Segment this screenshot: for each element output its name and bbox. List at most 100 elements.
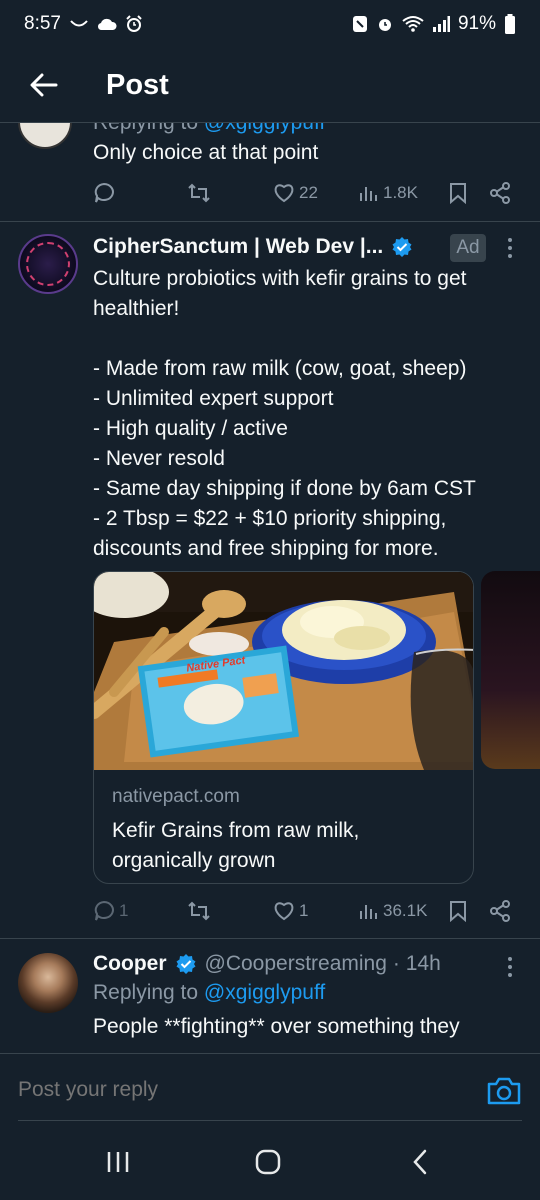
bookmark-button[interactable] (449, 900, 467, 922)
author-handle[interactable]: @Cooperstreaming (205, 952, 387, 976)
reply-composer (0, 1053, 540, 1123)
camera-icon[interactable] (486, 1076, 522, 1106)
text-line-blank (93, 324, 523, 354)
replying-label: Replying to (93, 981, 204, 1004)
text-line: healthier! (93, 297, 180, 320)
input-underline (18, 1120, 522, 1121)
like-button[interactable]: 1 (273, 901, 308, 921)
wifi-icon (402, 16, 424, 32)
replying-to: Replying to @xgigglypuff (93, 123, 325, 135)
avatar[interactable] (18, 123, 72, 149)
battery-percent: 91% (457, 13, 496, 34)
post-text: Culture probiotics with kefir grains to … (93, 264, 523, 564)
author-row: CipherSanctum | Web Dev |... (93, 232, 413, 262)
view-count: 36.1K (383, 901, 428, 920)
card-title: Kefir Grains from raw milk, organically … (112, 819, 360, 872)
alarm-status-icon (378, 19, 391, 31)
card-domain: nativepact.com (112, 786, 240, 807)
bookmark-icon (450, 183, 466, 204)
ad-post[interactable]: CipherSanctum | Web Dev |... Ad Culture … (0, 222, 540, 938)
share-icon (490, 900, 510, 922)
view-count: 1.8K (383, 183, 418, 202)
system-back-button[interactable] (400, 1146, 440, 1178)
link-card[interactable]: Native Pact nativepact.com Kefir Grains … (93, 571, 474, 884)
reply-button[interactable] (93, 182, 115, 204)
text-line: discounts and free shipping for more. (93, 537, 439, 560)
like-count: 1 (299, 901, 309, 920)
status-bar: 8:57 91% (0, 0, 540, 48)
missed-call-icon (70, 20, 88, 27)
post-text: People **fighting** over something they (93, 1015, 460, 1038)
repost-icon (188, 901, 210, 921)
author-name[interactable]: CipherSanctum | Web Dev |... (93, 235, 383, 259)
card-image[interactable]: Native Pact (94, 572, 473, 770)
reply-post[interactable]: Replying to @xgigglypuff Only choice at … (0, 123, 540, 221)
avatar-ring (26, 242, 70, 286)
reply-button[interactable]: 1 (93, 900, 128, 922)
system-nav-bar (0, 1124, 540, 1200)
signal-icon (432, 16, 450, 32)
kefir-photo: Native Pact (94, 572, 473, 770)
app-header: Post (0, 48, 540, 122)
text-line: - High quality / active (93, 417, 288, 440)
text-line: Culture probiotics with kefir grains to … (93, 267, 467, 290)
reply-handle-link[interactable]: @xgigglypuff (204, 123, 325, 134)
views-button[interactable]: 1.8K (359, 183, 418, 203)
avatar[interactable] (18, 953, 78, 1013)
ad-badge: Ad (450, 234, 486, 262)
bookmark-icon (450, 901, 466, 922)
views-button[interactable]: 36.1K (359, 901, 427, 921)
repost-icon (188, 183, 210, 203)
reply-handle-link[interactable]: @xgigglypuff (204, 981, 325, 1004)
back-button[interactable] (24, 65, 64, 105)
home-icon (255, 1149, 281, 1175)
post-text: Only choice at that point (93, 141, 319, 164)
text-line: - 2 Tbsp = $22 + $10 priority shipping, (93, 507, 447, 530)
text-line: - Unlimited expert support (93, 387, 334, 410)
page-title: Post (106, 68, 169, 101)
back-arrow-icon (30, 73, 58, 97)
reply-icon (94, 182, 114, 203)
author-row: Cooper @Cooperstreaming · 14h (93, 949, 441, 979)
text-line: - Same day shipping if done by 6am CST (93, 477, 476, 500)
like-count: 22 (299, 183, 318, 202)
battery-icon (505, 14, 515, 34)
alarm-icon (126, 15, 142, 32)
share-button[interactable] (489, 182, 511, 204)
carousel-next-card[interactable] (481, 571, 540, 769)
text-line: - Made from raw milk (cow, goat, sheep) (93, 357, 467, 380)
cloud-icon (97, 18, 117, 31)
recent-apps-icon (107, 1152, 129, 1172)
text-line: - Never resold (93, 447, 225, 470)
replying-label: Replying to (93, 123, 204, 134)
views-icon (360, 187, 377, 201)
bookmark-button[interactable] (449, 182, 467, 204)
post-time: · 14h (392, 952, 441, 975)
heart-icon (274, 902, 294, 921)
reply-icon (94, 900, 114, 921)
reply-count: 1 (119, 901, 129, 920)
nfc-icon (352, 16, 367, 32)
more-options-icon[interactable] (502, 236, 518, 260)
post-actions: 1 1 36.1K (93, 896, 523, 926)
heart-icon (274, 184, 294, 203)
author-name[interactable]: Cooper (93, 952, 167, 976)
status-time: 8:57 (24, 13, 61, 34)
more-options-icon[interactable] (502, 955, 518, 979)
views-icon (360, 905, 377, 919)
repost-button[interactable] (187, 183, 211, 203)
like-button[interactable]: 22 (273, 183, 318, 203)
home-button[interactable] (248, 1146, 288, 1178)
verified-badge-icon (392, 237, 412, 257)
post-actions: 22 1.8K (93, 178, 523, 208)
replying-to: Replying to @xgigglypuff (93, 981, 325, 1005)
chevron-left-icon (413, 1149, 427, 1175)
reply-input[interactable] (18, 1078, 438, 1102)
share-button[interactable] (489, 900, 511, 922)
recent-apps-button[interactable] (98, 1146, 138, 1178)
share-icon (490, 182, 510, 204)
avatar[interactable] (18, 234, 78, 294)
reply-post[interactable]: Cooper @Cooperstreaming · 14h Replying t… (0, 939, 540, 1053)
verified-badge-icon (176, 954, 195, 974)
repost-button[interactable] (187, 901, 211, 921)
